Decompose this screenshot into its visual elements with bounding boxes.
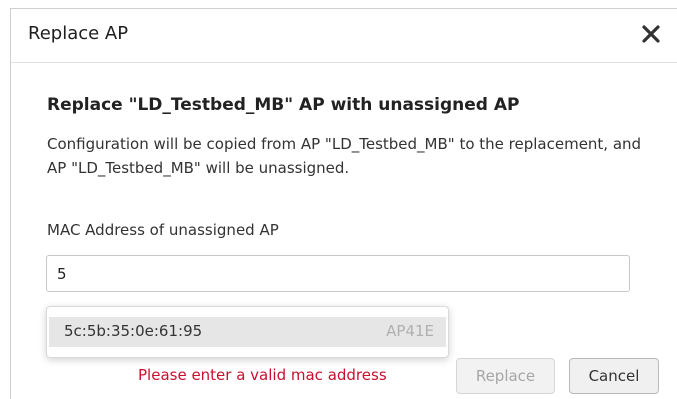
cancel-button[interactable]: Cancel [569,358,659,394]
close-button[interactable] [639,22,663,46]
mac-address-input[interactable] [46,255,630,292]
close-icon [642,25,660,43]
suggestion-option[interactable]: 5c:5b:35:0e:61:95 AP41E [49,317,446,347]
dialog-title: Replace AP [28,23,129,44]
dialog-header: Replace AP [11,9,677,63]
validation-error: Please enter a valid mac address [138,366,387,384]
mac-suggestions-dropdown: 5c:5b:35:0e:61:95 AP41E [46,306,449,358]
replace-description: Configuration will be copied from AP "LD… [47,135,642,177]
replace-button[interactable]: Replace [456,358,555,394]
suggestion-mac: 5c:5b:35:0e:61:95 [64,322,203,340]
suggestion-model: AP41E [386,322,434,340]
replace-heading: Replace "LD_Testbed_MB" AP with unassign… [47,95,520,115]
mac-address-label: MAC Address of unassigned AP [47,221,279,239]
replace-ap-dialog: Replace AP Replace "LD_Testbed_MB" AP wi… [10,8,677,399]
